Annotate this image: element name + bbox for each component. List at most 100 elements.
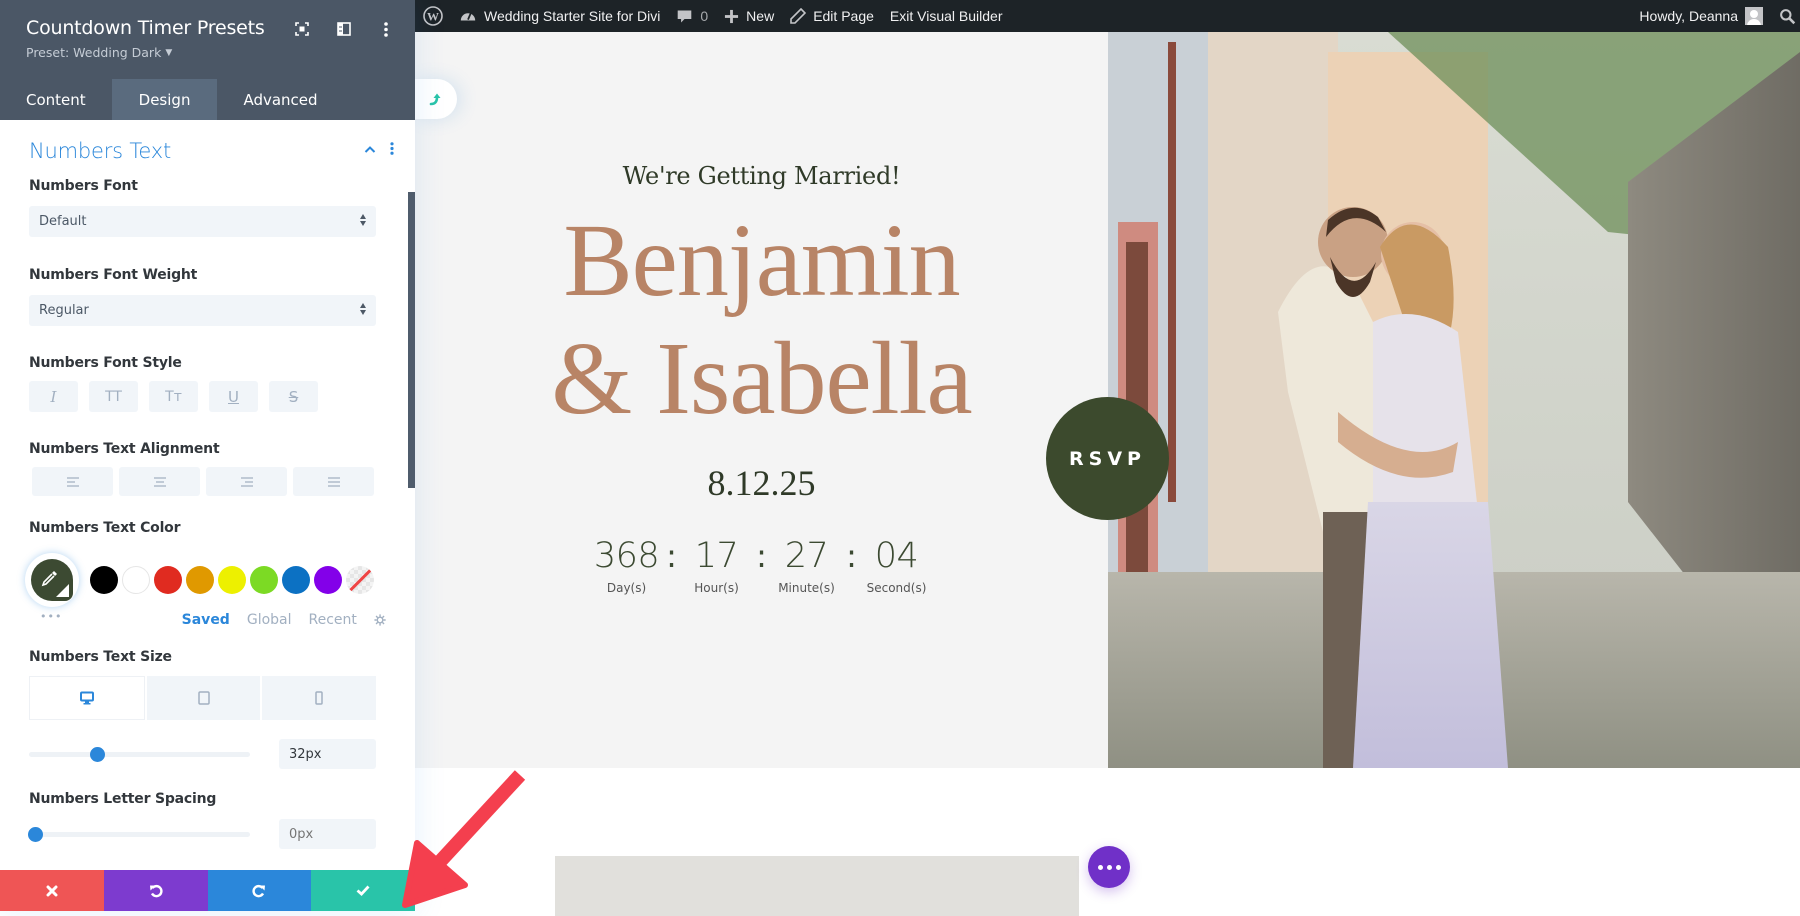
- numbers-text-size-label: Numbers Text Size: [29, 649, 172, 665]
- plus-icon: [725, 9, 739, 23]
- chevron-up-icon[interactable]: [364, 145, 376, 153]
- color-picker-button[interactable]: [25, 553, 79, 607]
- italic-button[interactable]: I: [29, 381, 78, 412]
- gear-icon[interactable]: [374, 613, 386, 627]
- panel-scrollbar[interactable]: [408, 192, 415, 488]
- align-left-icon: [66, 476, 79, 487]
- text-size-input[interactable]: [279, 739, 376, 769]
- select-arrows-icon: [360, 214, 366, 226]
- couple-photo: [1108, 32, 1800, 768]
- numbers-font-weight-select[interactable]: Regular: [29, 295, 376, 326]
- numbers-text-alignment-field: Numbers Text Alignment: [0, 441, 415, 496]
- swatch-black[interactable]: [90, 566, 118, 594]
- fullscreen-button[interactable]: [291, 18, 313, 40]
- my-account-link[interactable]: Howdy, Deanna: [1631, 0, 1771, 32]
- text-size-slider-thumb[interactable]: [90, 746, 105, 762]
- more-colors-button[interactable]: •••: [40, 610, 170, 623]
- svg-text:W: W: [427, 10, 439, 24]
- next-section-image: [555, 856, 1079, 916]
- split-view-button[interactable]: [333, 18, 355, 40]
- tab-design[interactable]: Design: [111, 79, 218, 120]
- strikethrough-icon: S: [288, 387, 299, 406]
- redo-icon: [252, 884, 266, 897]
- letter-spacing-slider-thumb[interactable]: [28, 826, 44, 842]
- name-line-1: Benjamin: [563, 203, 960, 318]
- swatch-yellow[interactable]: [218, 566, 246, 594]
- numbers-text-size-field: Numbers Text Size: [0, 649, 415, 769]
- swatch-white[interactable]: [122, 566, 150, 594]
- numbers-font-select[interactable]: Default: [29, 206, 376, 237]
- align-center-button[interactable]: [119, 467, 200, 496]
- swatch-none[interactable]: [346, 566, 374, 594]
- sidebar-toggle-button[interactable]: [415, 79, 457, 119]
- tab-content[interactable]: Content: [0, 79, 112, 120]
- align-justify-button[interactable]: [293, 467, 374, 496]
- undo-button[interactable]: [103, 870, 208, 911]
- letter-spacing-input[interactable]: [279, 819, 376, 849]
- discard-button[interactable]: [0, 870, 104, 911]
- kebab-menu-icon: [384, 21, 388, 37]
- comments-link[interactable]: 0: [668, 0, 716, 32]
- name-line-2: & Isabella: [551, 321, 972, 436]
- uppercase-icon: TT: [105, 388, 122, 405]
- device-tab-phone[interactable]: [262, 676, 377, 720]
- countdown-separator: :: [756, 537, 767, 575]
- comment-icon: [678, 10, 692, 22]
- howdy-label: Howdy, Deanna: [1639, 8, 1738, 24]
- numbers-text-group-header[interactable]: Numbers Text: [0, 120, 415, 182]
- numbers-font-style-label: Numbers Font Style: [29, 355, 182, 371]
- numbers-font-weight-field: Numbers Font Weight Regular: [0, 267, 415, 326]
- redo-button[interactable]: [207, 870, 312, 911]
- swatch-orange[interactable]: [186, 566, 214, 594]
- align-center-icon: [153, 476, 166, 487]
- preset-dropdown[interactable]: Preset: Wedding Dark ▼: [26, 45, 389, 60]
- countdown-minutes-value: 27: [784, 536, 829, 576]
- underline-button[interactable]: U: [209, 381, 258, 412]
- save-button[interactable]: [311, 870, 415, 911]
- section-options-button[interactable]: [1088, 846, 1130, 888]
- uppercase-button[interactable]: TT: [89, 381, 138, 412]
- search-icon: [1780, 8, 1796, 24]
- page-canvas: We're Getting Married! Benjamin & Isabel…: [415, 32, 1800, 916]
- align-right-button[interactable]: [206, 467, 287, 496]
- wordpress-logo-button[interactable]: W: [415, 0, 451, 32]
- tab-advanced[interactable]: Advanced: [217, 79, 343, 120]
- letter-spacing-slider[interactable]: [28, 826, 250, 842]
- swatch-blue[interactable]: [282, 566, 310, 594]
- group-menu-icon[interactable]: [390, 142, 394, 155]
- panel-menu-button[interactable]: [375, 18, 397, 40]
- exit-visual-builder-link[interactable]: Exit Visual Builder: [882, 0, 1011, 32]
- edit-page-link[interactable]: Edit Page: [782, 0, 882, 32]
- rsvp-button[interactable]: RSVP: [1046, 397, 1169, 520]
- strikethrough-button[interactable]: S: [269, 381, 318, 412]
- group-title: Numbers Text: [29, 139, 172, 163]
- swatch-red[interactable]: [154, 566, 182, 594]
- capitalize-button[interactable]: Tт: [149, 381, 198, 412]
- swatch-purple[interactable]: [314, 566, 342, 594]
- site-name: Wedding Starter Site for Divi: [484, 8, 661, 24]
- expand-icon: [295, 22, 309, 36]
- color-swatches: [90, 566, 374, 594]
- swatch-green[interactable]: [250, 566, 278, 594]
- countdown-timer[interactable]: 368 Day(s) : 17 Hour(s) : 27 Minute(s) :…: [415, 535, 1108, 595]
- device-tab-tablet[interactable]: [146, 676, 261, 720]
- capitalize-icon: Tт: [165, 388, 182, 405]
- new-content-link[interactable]: New: [716, 0, 782, 32]
- avatar: [1745, 7, 1763, 25]
- countdown-days-label: Day(s): [606, 581, 647, 595]
- preset-label: Preset: Wedding Dark: [26, 45, 162, 60]
- countdown-minutes-label: Minute(s): [778, 581, 835, 595]
- numbers-text-alignment-label: Numbers Text Alignment: [29, 441, 220, 457]
- undo-icon: [149, 884, 163, 897]
- color-tab-saved[interactable]: Saved: [182, 612, 230, 628]
- text-size-slider[interactable]: [29, 746, 250, 762]
- site-name-link[interactable]: Wedding Starter Site for Divi: [451, 0, 668, 32]
- device-tab-desktop[interactable]: [29, 676, 145, 720]
- select-arrows-icon: [360, 303, 366, 315]
- color-tab-global[interactable]: Global: [247, 612, 292, 628]
- align-left-button[interactable]: [32, 467, 113, 496]
- color-tab-recent[interactable]: Recent: [309, 612, 357, 628]
- dashboard-icon: [460, 12, 476, 21]
- new-label: New: [746, 8, 775, 24]
- search-button[interactable]: [1771, 0, 1800, 32]
